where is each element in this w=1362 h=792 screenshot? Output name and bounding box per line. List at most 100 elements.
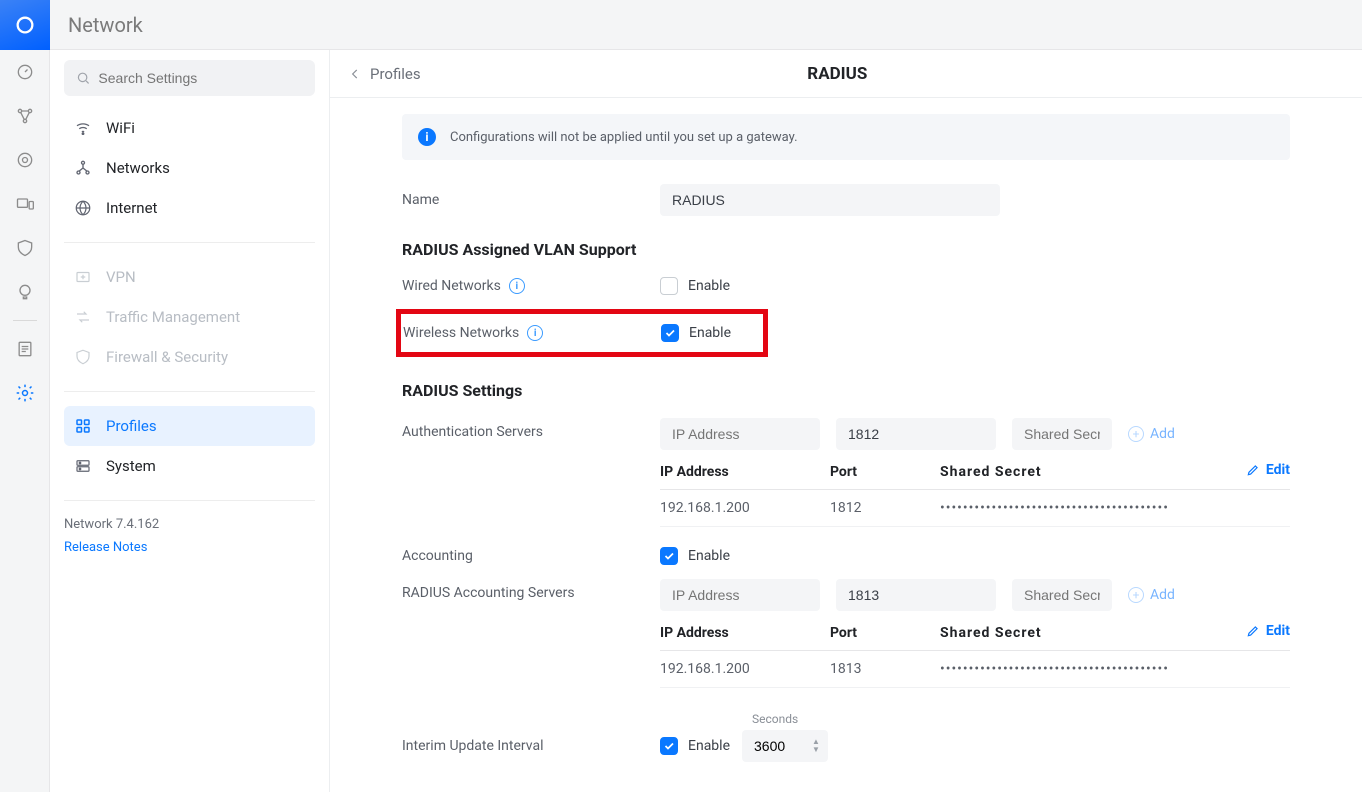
rail-devices-icon[interactable] [0, 182, 50, 226]
cell-secret: •••••••••••••••••••••••••••••••••••••••• [940, 500, 1234, 516]
col-secret: Shared Secret [940, 625, 1234, 641]
sidebar-item-vpn[interactable]: VPN [64, 257, 315, 297]
rail-divider [13, 320, 37, 321]
acct-input-row: +Add [660, 579, 1290, 611]
sidebar-item-label: Traffic Management [106, 308, 240, 326]
sidebar-footer: Network 7.4.162 Release Notes [64, 517, 315, 555]
sidebar-item-wifi[interactable]: WiFi [64, 108, 315, 148]
col-edit: Edit [1234, 623, 1290, 642]
sidebar-item-profiles[interactable]: Profiles [64, 406, 315, 446]
rail-radio-icon[interactable] [0, 138, 50, 182]
acct-add-button[interactable]: +Add [1128, 587, 1175, 603]
release-notes-link[interactable]: Release Notes [64, 540, 147, 555]
app-title: Network [68, 13, 143, 37]
wireless-checkbox[interactable] [661, 324, 679, 342]
row-acct-servers: RADIUS Accounting Servers +Add IP Addres… [402, 579, 1290, 688]
info-icon[interactable]: i [509, 278, 525, 294]
col-secret: Shared Secret [940, 464, 1234, 480]
cell-port: 1812 [830, 500, 940, 516]
globe-icon [74, 199, 92, 217]
version-text: Network 7.4.162 [64, 517, 315, 532]
wifi-icon [74, 119, 92, 137]
sidebar-divider [64, 242, 315, 243]
accounting-checkbox[interactable] [660, 547, 678, 565]
interim-stepper[interactable]: ▲ ▼ [742, 730, 828, 762]
system-icon [74, 457, 92, 475]
sidebar-item-system[interactable]: System [64, 446, 315, 486]
rail-settings-icon[interactable] [0, 371, 50, 415]
table-row: 192.168.1.200 1812 •••••••••••••••••••••… [660, 490, 1290, 527]
sidebar-item-label: Networks [106, 159, 170, 177]
row-wireless: Wireless Networks i Enable [401, 324, 763, 342]
wired-label: Wired Networks i [402, 278, 660, 294]
plus-icon: + [1128, 587, 1144, 603]
stepper-arrows[interactable]: ▲ ▼ [812, 738, 820, 754]
sidebar-item-internet[interactable]: Internet [64, 188, 315, 228]
info-icon[interactable]: i [527, 325, 543, 341]
col-ip: IP Address [660, 625, 830, 641]
seconds-label: Seconds [752, 712, 1290, 726]
auth-port-input[interactable] [836, 418, 996, 450]
rail-topology-icon[interactable] [0, 94, 50, 138]
edit-button[interactable]: Edit [1246, 623, 1290, 639]
enable-label: Enable [688, 738, 730, 754]
shield-icon [74, 348, 92, 366]
sidebar-item-label: WiFi [106, 119, 135, 137]
search-icon [76, 70, 90, 86]
acct-secret-input[interactable] [1012, 579, 1112, 611]
interim-checkbox[interactable] [660, 737, 678, 755]
traffic-icon [74, 308, 92, 326]
wireless-label: Wireless Networks i [403, 325, 661, 341]
main-header: Profiles RADIUS [330, 50, 1362, 98]
rail-dashboard-icon[interactable] [0, 50, 50, 94]
auth-servers-label: Authentication Servers [402, 418, 660, 440]
cell-ip: 192.168.1.200 [660, 500, 830, 516]
vpn-icon [74, 268, 92, 286]
plus-icon: + [1128, 426, 1144, 442]
network-icon [74, 159, 92, 177]
auth-ip-input[interactable] [660, 418, 820, 450]
search-input[interactable] [98, 70, 303, 86]
interim-block: Seconds Interim Update Interval Enable ▲… [402, 712, 1290, 762]
row-wired: Wired Networks i Enable [402, 277, 1290, 295]
main-panel: Profiles RADIUS i Configurations will no… [330, 50, 1362, 792]
rail-security-icon[interactable] [0, 226, 50, 270]
auth-add-button[interactable]: +Add [1128, 426, 1175, 442]
rail-insights-icon[interactable] [0, 270, 50, 314]
sidebar-item-firewall[interactable]: Firewall & Security [64, 337, 315, 377]
acct-servers-label: RADIUS Accounting Servers [402, 579, 660, 601]
acct-table: IP Address Port Shared Secret Edit 192.1… [660, 623, 1290, 688]
auth-secret-input[interactable] [1012, 418, 1112, 450]
search-wrap[interactable] [64, 60, 315, 96]
acct-port-input[interactable] [836, 579, 996, 611]
sidebar-item-label: System [106, 457, 156, 475]
auth-input-row: +Add [660, 418, 1290, 450]
name-label: Name [402, 192, 660, 208]
sidebar-item-traffic[interactable]: Traffic Management [64, 297, 315, 337]
info-banner: i Configurations will not be applied unt… [402, 114, 1290, 160]
auth-table: IP Address Port Shared Secret Edit 192.1… [660, 462, 1290, 527]
cell-port: 1813 [830, 661, 940, 677]
col-port: Port [830, 625, 940, 641]
wired-checkbox[interactable] [660, 277, 678, 295]
name-input[interactable] [660, 184, 1000, 216]
left-rail [0, 0, 50, 792]
row-name: Name [402, 184, 1290, 216]
sidebar-item-label: Firewall & Security [106, 348, 228, 366]
col-ip: IP Address [660, 464, 830, 480]
pencil-icon [1246, 463, 1260, 477]
rail-notes-icon[interactable] [0, 327, 50, 371]
col-edit: Edit [1234, 462, 1290, 481]
unifi-logo[interactable] [0, 0, 50, 50]
sidebar: WiFi Networks Internet VPN Traffic Manag… [50, 50, 330, 792]
sidebar-item-networks[interactable]: Networks [64, 148, 315, 188]
interim-input[interactable] [754, 738, 806, 754]
acct-ip-input[interactable] [660, 579, 820, 611]
content: i Configurations will not be applied unt… [330, 98, 1362, 792]
chevron-down-icon[interactable]: ▼ [812, 746, 820, 754]
sidebar-divider [64, 500, 315, 501]
sidebar-divider [64, 391, 315, 392]
edit-button[interactable]: Edit [1246, 462, 1290, 478]
row-auth-servers: Authentication Servers +Add IP Address P… [402, 418, 1290, 527]
table-row: 192.168.1.200 1813 •••••••••••••••••••••… [660, 651, 1290, 688]
